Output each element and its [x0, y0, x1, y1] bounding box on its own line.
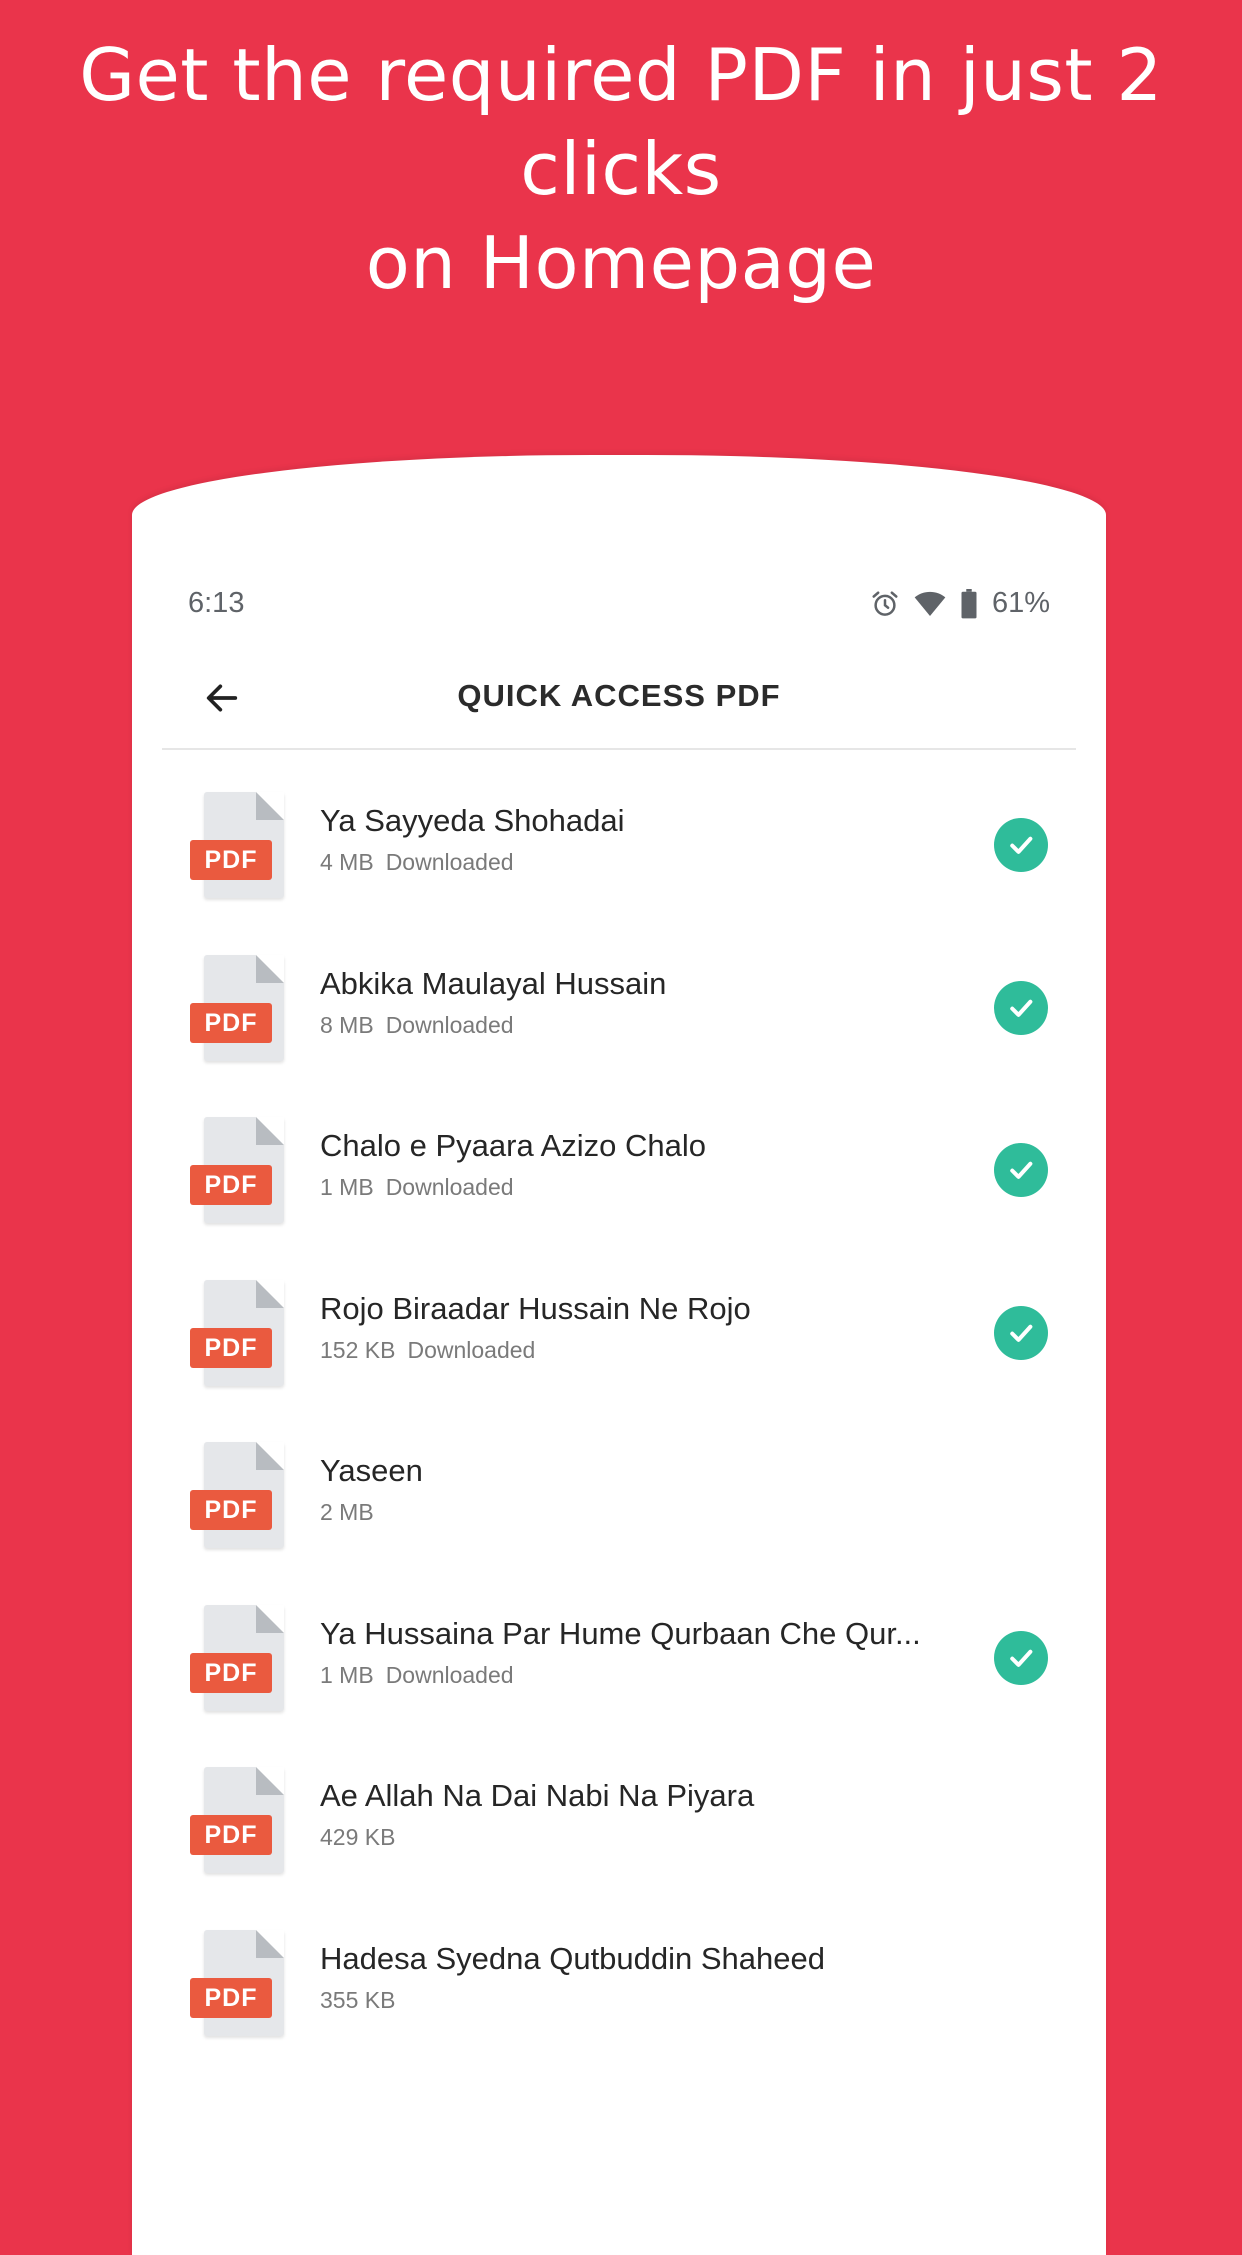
list-item[interactable]: PDF Yaseen 2 MB	[132, 1415, 1106, 1578]
pdf-page-fold	[256, 792, 284, 820]
check-circle-icon	[994, 818, 1048, 872]
pdf-file-icon: PDF	[190, 1767, 286, 1875]
page-title: QUICK ACCESS PDF	[457, 678, 781, 713]
pdf-page-fold	[256, 1604, 284, 1633]
list-item[interactable]: PDF Rojo Biraadar Hussain Ne Rojo 152 KB…	[132, 1253, 1106, 1416]
file-meta: 8 MB Downloaded	[320, 1012, 514, 1039]
promo-headline: Get the required PDF in just 2 clicks on…	[0, 28, 1242, 310]
pdf-page-fold	[256, 954, 284, 983]
battery-icon	[960, 588, 978, 619]
promo-headline-line1: Get the required PDF in just 2 clicks	[79, 33, 1163, 211]
file-meta: 1 MB Downloaded	[320, 1662, 514, 1689]
pdf-file-icon: PDF	[190, 1279, 286, 1388]
check-circle-icon	[994, 980, 1048, 1035]
promo-headline-line2: on Homepage	[365, 221, 877, 305]
pdf-badge: PDF	[190, 1165, 272, 1205]
list-item[interactable]: PDF Abkika Maulayal Hussain 8 MB Download…	[132, 928, 1106, 1091]
file-meta: 2 MB	[320, 1499, 374, 1526]
pdf-page-fold	[256, 1442, 284, 1470]
file-list: PDF Ya Sayyeda Shohadai 4 MB Downloaded P…	[132, 765, 1106, 2065]
file-size: 2 MB	[320, 1499, 374, 1525]
file-name: Rojo Biraadar Hussain Ne Rojo	[320, 1290, 751, 1326]
pdf-file-icon: PDF	[190, 954, 286, 1063]
pdf-page-fold	[256, 1117, 284, 1145]
file-meta: 4 MB Downloaded	[320, 849, 514, 876]
check-circle-icon	[994, 1143, 1048, 1197]
file-name: Ae Allah Na Dai Nabi Na Piyara	[320, 1778, 755, 1813]
file-name: Abkika Maulayal Hussain	[320, 965, 667, 1001]
list-item[interactable]: PDF Chalo e Pyaara Azizo Chalo 1 MB Downl…	[132, 1090, 1106, 1253]
file-size: 152 KB	[320, 1336, 396, 1363]
wifi-icon	[914, 590, 946, 618]
list-item[interactable]: PDF Ya Hussaina Par Hume Qurbaan Che Qur…	[132, 1578, 1106, 1741]
download-status: Downloaded	[385, 1011, 514, 1038]
file-name: Hadesa Syedna Qutbuddin Shaheed	[320, 1940, 826, 1976]
phone-mockup: 6:13 61% QUICK ACCESS PDF PDF Ya Sayyeda…	[132, 455, 1106, 2255]
file-name: Ya Sayyeda Shohadai	[320, 803, 625, 838]
file-meta: 1 MB Downloaded	[320, 1174, 514, 1201]
pdf-badge: PDF	[190, 840, 272, 880]
list-item[interactable]: PDF Ya Sayyeda Shohadai 4 MB Downloaded	[132, 765, 1106, 928]
pdf-badge: PDF	[190, 1815, 272, 1855]
file-name: Ya Hussaina Par Hume Qurbaan Che Qur...	[320, 1615, 921, 1651]
checkmark-icon	[1010, 1324, 1033, 1342]
file-size: 1 MB	[320, 1174, 374, 1200]
list-item[interactable]: PDF Ae Allah Na Dai Nabi Na Piyara 429 K…	[132, 1740, 1106, 1903]
pdf-page-fold	[256, 1767, 284, 1795]
alarm-icon	[870, 589, 900, 619]
check-circle-icon	[994, 1305, 1048, 1360]
download-status: Downloaded	[385, 1661, 514, 1688]
checkmark-icon	[1010, 1649, 1033, 1667]
status-icons: 61%	[870, 587, 1050, 620]
pdf-badge: PDF	[190, 1652, 272, 1693]
file-name: Yaseen	[320, 1453, 423, 1488]
download-status: Downloaded	[385, 1174, 514, 1200]
app-bar: QUICK ACCESS PDF	[162, 650, 1076, 750]
pdf-file-icon: PDF	[190, 792, 286, 900]
pdf-file-icon: PDF	[190, 1929, 286, 2038]
file-size: 8 MB	[320, 1011, 374, 1038]
pdf-badge: PDF	[190, 1490, 272, 1530]
file-size: 429 KB	[320, 1824, 396, 1850]
status-time: 6:13	[188, 587, 245, 619]
file-name: Chalo e Pyaara Azizo Chalo	[320, 1128, 707, 1163]
pdf-file-icon: PDF	[190, 1117, 286, 1225]
pdf-file-icon: PDF	[190, 1604, 286, 1713]
file-meta: 152 KB Downloaded	[320, 1337, 535, 1364]
pdf-file-icon: PDF	[190, 1442, 286, 1550]
pdf-badge: PDF	[190, 1977, 272, 2018]
file-size: 4 MB	[320, 849, 374, 875]
pdf-badge: PDF	[190, 1327, 272, 1368]
download-status: Downloaded	[407, 1336, 536, 1363]
status-bar: 6:13 61%	[188, 587, 1050, 627]
checkmark-icon	[1010, 999, 1033, 1017]
pdf-page-fold	[256, 1279, 284, 1308]
check-circle-icon	[994, 1630, 1048, 1685]
file-meta: 429 KB	[320, 1824, 395, 1851]
battery-level: 61%	[991, 587, 1050, 619]
pdf-badge: PDF	[190, 1002, 272, 1043]
checkmark-icon	[1010, 836, 1033, 854]
list-item[interactable]: PDF Hadesa Syedna Qutbuddin Shaheed 355 …	[132, 1903, 1106, 2066]
pdf-page-fold	[256, 1929, 284, 1958]
checkmark-icon	[1010, 1161, 1033, 1179]
file-size: 1 MB	[320, 1661, 374, 1688]
download-status: Downloaded	[385, 849, 514, 875]
file-size: 355 KB	[320, 1986, 396, 2013]
file-meta: 355 KB	[320, 1987, 395, 2014]
